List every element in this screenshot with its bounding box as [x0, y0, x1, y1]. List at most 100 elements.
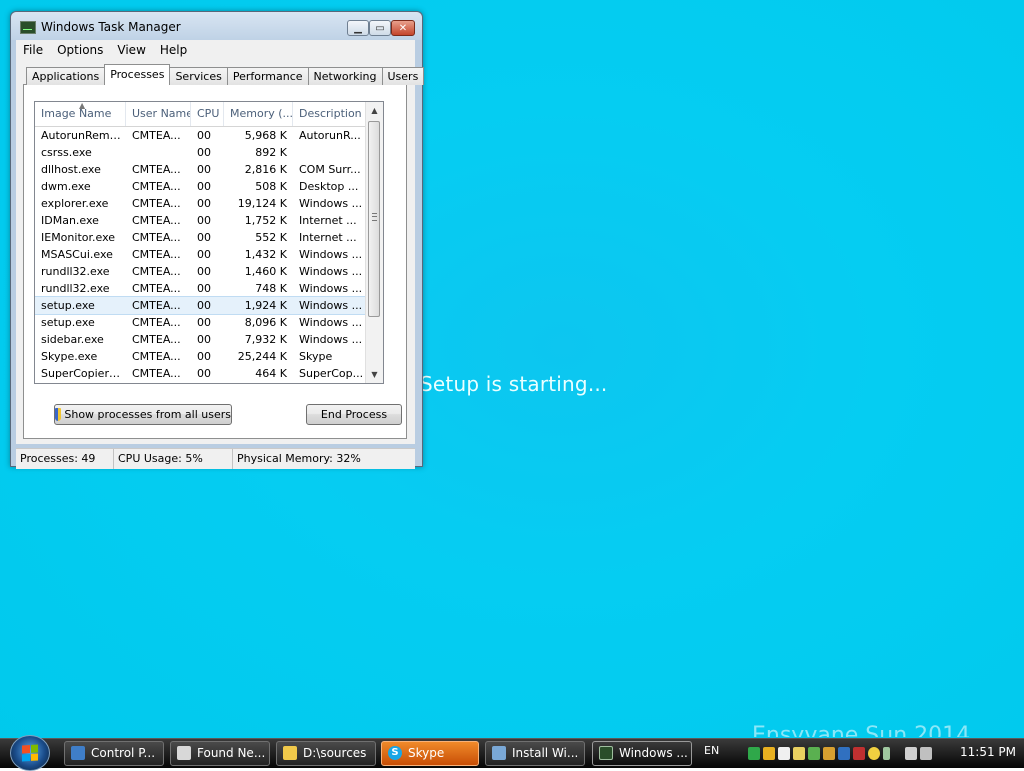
cell-user-name: CMTEA...: [132, 265, 181, 278]
taskbar-item-install-windows[interactable]: Install Wi...: [485, 741, 585, 766]
column-memory[interactable]: Memory (...: [224, 102, 293, 126]
column-user-name[interactable]: User Name: [126, 102, 191, 126]
cell-description: Desktop ...: [299, 180, 359, 193]
tray-shield-icon[interactable]: [763, 746, 775, 760]
cell-cpu: 00: [197, 214, 211, 227]
process-row[interactable]: AutorunRemo... CMTEA... 00 5,968 K AutorunR.…: [35, 127, 367, 144]
scroll-up-arrow-icon[interactable]: ▲: [366, 102, 383, 119]
maximize-button[interactable]: ▭: [369, 20, 391, 36]
minimize-button[interactable]: ▁: [347, 20, 369, 36]
title-bar[interactable]: Windows Task Manager ▁ ▭ ✕: [11, 12, 422, 40]
cell-cpu: 00: [197, 248, 211, 261]
cell-cpu: 00: [197, 180, 211, 193]
tray-smiley-icon[interactable]: [868, 746, 880, 760]
tab-networking[interactable]: Networking: [307, 67, 383, 85]
cell-cpu: 00: [197, 282, 211, 295]
cell-image-name: SuperCopier2...: [41, 367, 126, 380]
cell-memory: 7,932 K: [244, 333, 287, 346]
sort-ascending-icon: ▲: [79, 102, 86, 110]
skype-icon: S: [388, 746, 402, 760]
cell-user-name: CMTEA...: [132, 248, 181, 261]
taskbar-item-skype[interactable]: S Skype: [381, 741, 479, 766]
close-button[interactable]: ✕: [391, 20, 415, 36]
tray-download-icon[interactable]: [853, 746, 865, 760]
taskbar-clock[interactable]: 11:51 PM: [960, 745, 1016, 759]
cell-user-name: CMTEA...: [132, 197, 181, 210]
vertical-scrollbar[interactable]: ▲ ▼: [365, 102, 383, 383]
process-rows: AutorunRemo... CMTEA... 00 5,968 K AutorunR.…: [35, 127, 368, 382]
tab-services[interactable]: Services: [169, 67, 228, 85]
tray-document-icon[interactable]: [778, 746, 790, 760]
tray-refresh-icon[interactable]: [808, 746, 820, 760]
status-physical-memory: Physical Memory: 32%: [237, 452, 361, 465]
cell-user-name: CMTEA...: [132, 299, 181, 312]
process-row[interactable]: IEMonitor.exe CMTEA... 00 552 K Internet ...: [35, 229, 367, 246]
tab-applications[interactable]: Applications: [26, 67, 106, 85]
process-row[interactable]: setup.exe CMTEA... 00 8,096 K Windows ...: [35, 314, 367, 331]
installer-icon: [492, 746, 506, 760]
windows-logo-icon: [22, 744, 38, 762]
taskbar-item-task-manager[interactable]: Windows ...: [592, 741, 692, 766]
process-list[interactable]: ▲ Image Name User Name CPU Memory (... D…: [34, 101, 384, 384]
menu-file[interactable]: File: [16, 43, 50, 57]
cell-cpu: 00: [197, 231, 211, 244]
tray-battery-icon[interactable]: [883, 746, 890, 760]
column-image-name[interactable]: ▲ Image Name: [35, 102, 126, 126]
control-panel-icon: [71, 746, 85, 760]
setup-status-text: Setup is starting...: [420, 372, 608, 396]
cell-user-name: [126, 144, 191, 161]
process-row[interactable]: setup.exe CMTEA... 00 1,924 K Windows ...: [35, 296, 368, 315]
tray-network-icon[interactable]: [905, 746, 917, 760]
process-row[interactable]: Skype.exe CMTEA... 00 25,244 K Skype: [35, 348, 367, 365]
client-area: Applications Processes Services Performa…: [16, 59, 425, 444]
cell-memory: 19,124 K: [237, 197, 287, 210]
show-all-processes-button[interactable]: Show processes from all users: [54, 404, 232, 425]
tab-processes[interactable]: Processes: [104, 64, 171, 85]
taskbar-item-control-panel[interactable]: Control P...: [64, 741, 164, 766]
start-button[interactable]: [10, 735, 50, 771]
cell-description: Windows ...: [299, 316, 363, 329]
process-row[interactable]: csrss.exe 00 892 K: [35, 144, 367, 161]
process-row[interactable]: dwm.exe CMTEA... 00 508 K Desktop ...: [35, 178, 367, 195]
process-row[interactable]: explorer.exe CMTEA... 00 19,124 K Windows ..…: [35, 195, 367, 212]
cell-description: Windows ...: [299, 333, 363, 346]
process-row[interactable]: rundll32.exe CMTEA... 00 748 K Windows ...: [35, 280, 367, 297]
process-row[interactable]: dllhost.exe CMTEA... 00 2,816 K COM Surr...: [35, 161, 367, 178]
menu-help[interactable]: Help: [153, 43, 194, 57]
end-process-button[interactable]: End Process: [306, 404, 402, 425]
tray-security-icon[interactable]: [823, 746, 835, 760]
cell-image-name: dwm.exe: [41, 180, 91, 193]
menu-options[interactable]: Options: [50, 43, 110, 57]
process-row[interactable]: MSASCui.exe CMTEA... 00 1,432 K Windows ...: [35, 246, 367, 263]
column-description[interactable]: Description: [293, 102, 367, 126]
cell-image-name: IDMan.exe: [41, 214, 99, 227]
cell-user-name: CMTEA...: [132, 231, 181, 244]
tab-performance[interactable]: Performance: [226, 67, 309, 85]
taskbar: Control P... Found Ne... D:\sources S Sk…: [0, 735, 1024, 771]
taskbar-item-found-new-hardware[interactable]: Found Ne...: [170, 741, 270, 766]
cell-description: Windows ...: [299, 197, 363, 210]
process-row[interactable]: rundll32.exe CMTEA... 00 1,460 K Windows ...: [35, 263, 367, 280]
tray-folder-icon[interactable]: [793, 746, 805, 760]
tray-network-status-icon[interactable]: [838, 746, 850, 760]
cell-description: Windows ...: [299, 299, 363, 312]
scrollbar-thumb[interactable]: [368, 121, 380, 317]
task-manager-window: Windows Task Manager ▁ ▭ ✕ File Options …: [10, 11, 425, 469]
cell-user-name: CMTEA...: [132, 333, 181, 346]
language-indicator[interactable]: EN: [704, 744, 719, 757]
column-cpu[interactable]: CPU: [191, 102, 224, 126]
cell-description: Internet ...: [299, 231, 357, 244]
cell-memory: 508 K: [255, 180, 287, 193]
tray-volume-muted-icon[interactable]: [920, 746, 932, 760]
scroll-down-arrow-icon[interactable]: ▼: [366, 366, 383, 383]
tab-users[interactable]: Users: [381, 67, 425, 85]
taskbar-item-sources-folder[interactable]: D:\sources: [276, 741, 376, 766]
process-row[interactable]: SuperCopier2... CMTEA... 00 464 K SuperCop..…: [35, 365, 367, 382]
menu-view[interactable]: View: [110, 43, 152, 57]
cell-description: [293, 144, 367, 161]
process-row[interactable]: sidebar.exe CMTEA... 00 7,932 K Windows ...: [35, 331, 367, 348]
cell-cpu: 00: [197, 367, 211, 380]
process-row[interactable]: IDMan.exe CMTEA... 00 1,752 K Internet ...: [35, 212, 367, 229]
status-processes: Processes: 49: [16, 449, 114, 469]
tray-app-icon[interactable]: [748, 746, 760, 760]
